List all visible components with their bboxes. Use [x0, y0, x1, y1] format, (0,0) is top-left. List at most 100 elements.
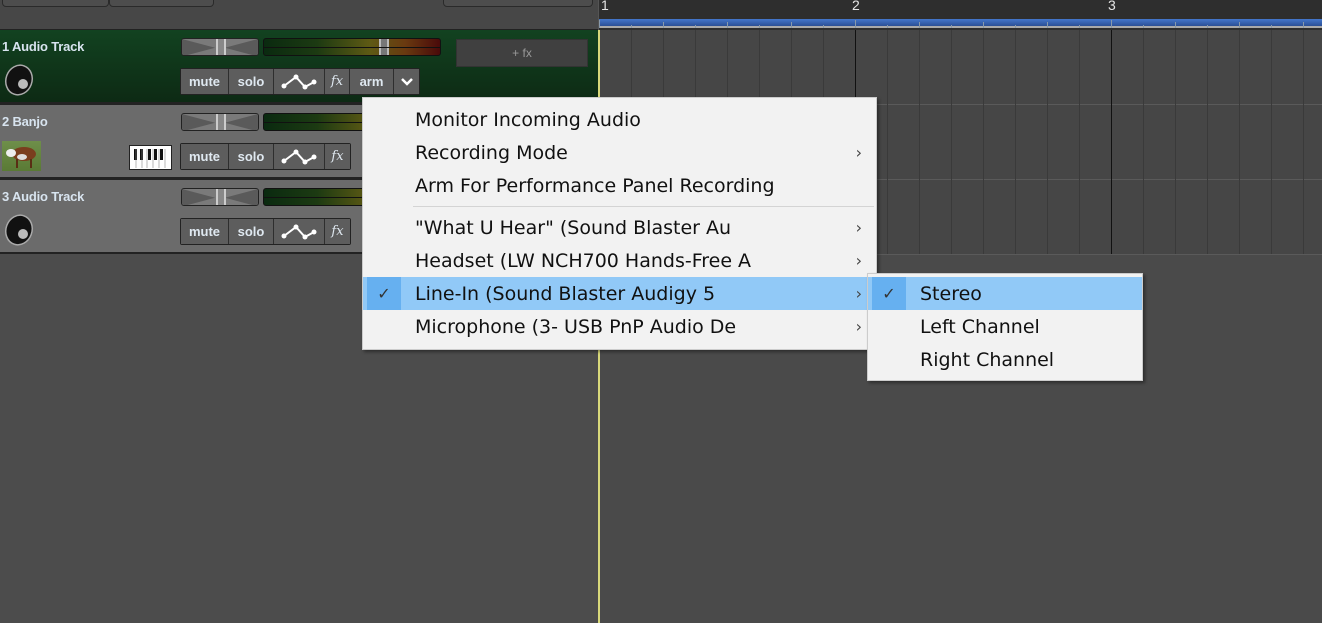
ruler-tick: [1111, 20, 1112, 28]
ruler-tick: [1303, 22, 1304, 28]
volume-meter[interactable]: [263, 38, 441, 56]
header-toolbar: [0, 0, 598, 30]
ruler-tick: [791, 22, 792, 28]
ruler-tick: [631, 25, 632, 28]
track-menu-button[interactable]: [394, 69, 419, 94]
beat-grid-line: [919, 30, 920, 254]
beat-grid-line: [951, 30, 952, 254]
track-1[interactable]: 1 Audio Track mute solo fx arm + fx: [0, 29, 598, 104]
menu-item-label: Right Channel: [920, 348, 1055, 371]
timeline-ruler[interactable]: 1 2 3: [599, 0, 1322, 30]
menu-item-label: Stereo: [920, 282, 982, 305]
track-arm-context-menu: Monitor Incoming Audio Recording Mode › …: [362, 97, 877, 350]
track-lane-1[interactable]: [599, 30, 1322, 105]
speaker-icon: [5, 64, 33, 96]
ruler-tick: [599, 20, 600, 28]
mute-button[interactable]: mute: [181, 144, 229, 169]
pan-slider[interactable]: [181, 38, 259, 56]
ruler-tick: [951, 25, 952, 28]
submenu-arrow-icon: ›: [855, 251, 862, 270]
pan-slider[interactable]: [181, 113, 259, 131]
ruler-tick: [695, 25, 696, 28]
submenu-arrow-icon: ›: [855, 317, 862, 336]
arm-button[interactable]: arm: [350, 69, 394, 94]
ruler-tick: [663, 22, 664, 28]
ruler-marker-2: 2: [852, 0, 860, 13]
automation-button[interactable]: [274, 69, 325, 94]
automation-button[interactable]: [274, 219, 325, 244]
chevron-down-icon: [400, 77, 413, 86]
pan-handle[interactable]: [216, 39, 226, 55]
menu-item-left-channel[interactable]: Left Channel: [868, 310, 1142, 343]
ruler-tick: [983, 22, 984, 28]
beat-grid-line: [983, 30, 984, 254]
ruler-tick: [1047, 22, 1048, 28]
ruler-tick: [1175, 22, 1176, 28]
menu-item-label: Microphone (3- USB PnP Audio De: [415, 315, 737, 338]
mute-button[interactable]: mute: [181, 219, 229, 244]
pan-handle[interactable]: [216, 189, 226, 205]
menu-item-input-line-in[interactable]: ✓ Line-In (Sound Blaster Audigy 5 ›: [363, 277, 876, 310]
menu-item-label: Recording Mode: [415, 141, 568, 164]
track-buttons: mute solo fx: [180, 143, 351, 170]
cow-thumbnail: [2, 141, 41, 171]
automation-icon: [281, 224, 317, 239]
solo-button[interactable]: solo: [229, 69, 274, 94]
channel-submenu: ✓ Stereo Left Channel Right Channel: [867, 273, 1143, 381]
menu-separator: [413, 206, 874, 207]
speaker-icon: [5, 214, 33, 246]
ruler-tick: [855, 20, 856, 28]
add-fx-button[interactable]: + fx: [456, 39, 588, 67]
pan-handle[interactable]: [216, 114, 226, 130]
toolbar-button-1[interactable]: [2, 0, 109, 7]
fx-button[interactable]: fx: [325, 219, 350, 244]
pan-slider[interactable]: [181, 188, 259, 206]
fx-button[interactable]: fx: [325, 69, 350, 94]
menu-item-recording-mode[interactable]: Recording Mode ›: [363, 136, 876, 169]
loop-region-bar[interactable]: [599, 19, 1322, 28]
piano-keyboard-icon[interactable]: [129, 145, 172, 170]
beat-grid-line: [1079, 30, 1080, 254]
menu-item-input-what-u-hear[interactable]: "What U Hear" (Sound Blaster Au ›: [363, 211, 876, 244]
beat-grid-line: [1015, 30, 1016, 254]
checkmark-icon: ✓: [872, 277, 906, 310]
beat-grid-line: [1207, 30, 1208, 254]
track-name[interactable]: 3 Audio Track: [2, 189, 84, 204]
fx-button[interactable]: fx: [325, 144, 350, 169]
beat-grid-line: [1271, 30, 1272, 254]
ruler-tick: [727, 22, 728, 28]
menu-item-monitor-incoming-audio[interactable]: Monitor Incoming Audio: [363, 103, 876, 136]
checkmark-icon: ✓: [367, 277, 401, 310]
submenu-arrow-icon: ›: [855, 284, 862, 303]
menu-item-arm-performance-panel[interactable]: Arm For Performance Panel Recording: [363, 169, 876, 202]
menu-item-label: Line-In (Sound Blaster Audigy 5: [415, 282, 716, 305]
beat-grid-line: [1239, 30, 1240, 254]
beat-grid-line: [1143, 30, 1144, 254]
track-name[interactable]: 2 Banjo: [2, 114, 48, 129]
track-buttons: mute solo fx: [180, 218, 351, 245]
ruler-tick: [1143, 25, 1144, 28]
menu-item-stereo[interactable]: ✓ Stereo: [868, 277, 1142, 310]
menu-item-label: "What U Hear" (Sound Blaster Au: [415, 216, 732, 239]
ruler-tick: [1015, 25, 1016, 28]
automation-icon: [281, 74, 317, 89]
menu-item-right-channel[interactable]: Right Channel: [868, 343, 1142, 376]
mute-button[interactable]: mute: [181, 69, 229, 94]
solo-button[interactable]: solo: [229, 219, 274, 244]
submenu-arrow-icon: ›: [855, 218, 862, 237]
track-name[interactable]: 1 Audio Track: [2, 39, 84, 54]
toolbar-button-3[interactable]: [443, 0, 593, 7]
track-buttons: mute solo fx arm: [180, 68, 420, 95]
ruler-tick: [1079, 25, 1080, 28]
solo-button[interactable]: solo: [229, 144, 274, 169]
beat-grid-line: [1047, 30, 1048, 254]
bar-grid-line: [1111, 30, 1112, 254]
volume-handle[interactable]: [379, 39, 389, 55]
ruler-tick: [759, 25, 760, 28]
toolbar-button-2[interactable]: [109, 0, 214, 7]
menu-item-input-microphone[interactable]: Microphone (3- USB PnP Audio De ›: [363, 310, 876, 343]
menu-item-input-headset[interactable]: Headset (LW NCH700 Hands-Free A ›: [363, 244, 876, 277]
automation-button[interactable]: [274, 144, 325, 169]
submenu-arrow-icon: ›: [855, 143, 862, 162]
ruler-tick: [919, 22, 920, 28]
